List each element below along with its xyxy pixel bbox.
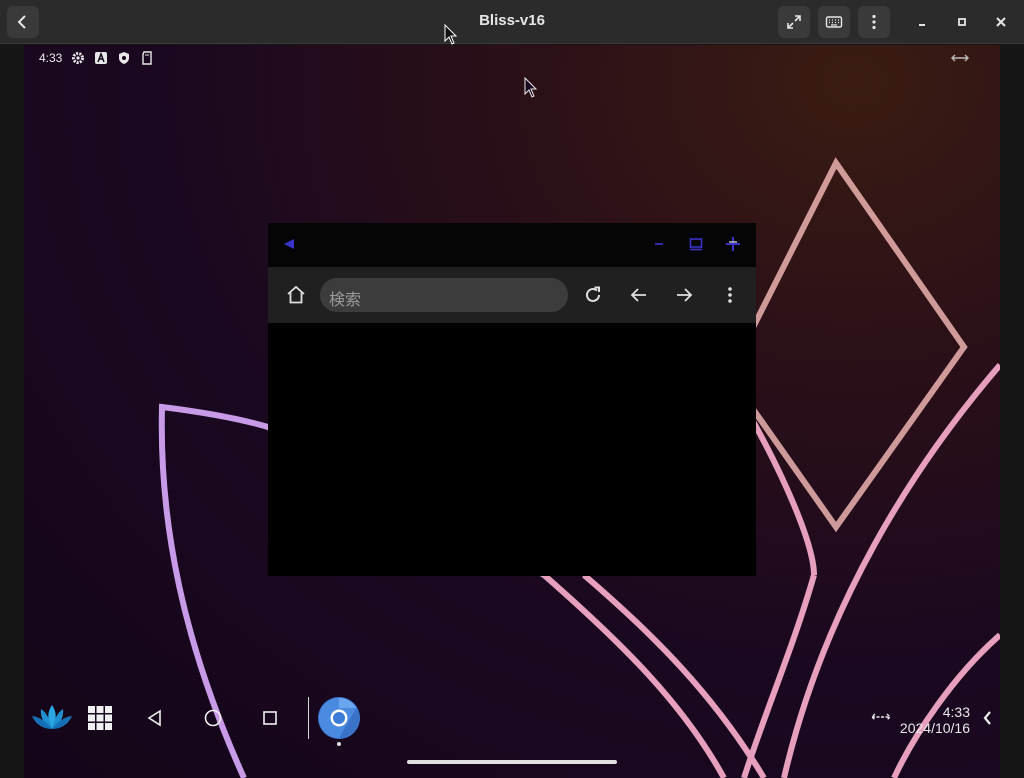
chevron-left-icon[interactable] xyxy=(982,710,992,726)
host-menu-button[interactable] xyxy=(858,6,890,38)
chromium-icon xyxy=(319,698,359,738)
dock-arrows-icon[interactable] xyxy=(870,710,892,724)
back-arrow-icon xyxy=(630,288,646,302)
collapse-arrow-icon xyxy=(284,239,294,249)
status-bar: 4:33 xyxy=(24,45,1000,71)
taskbar: 4:33 2024/10/16 xyxy=(24,690,1000,746)
recents-square-icon xyxy=(263,711,277,725)
maximize-icon xyxy=(958,18,966,26)
dock-arrows-icon xyxy=(951,54,969,62)
android-screen: 4:33 検索 4:33 2024/10/16 xyxy=(24,45,1000,778)
more-vert-icon xyxy=(872,14,876,30)
launcher-button[interactable] xyxy=(30,700,74,736)
home-circle-icon xyxy=(204,709,222,727)
forward-arrow-icon xyxy=(677,288,693,302)
reload-icon xyxy=(586,286,600,302)
minimize-icon xyxy=(655,243,663,245)
search-input[interactable]: 検索 xyxy=(320,278,568,312)
menu-icon xyxy=(728,287,732,303)
gesture-home-pill[interactable] xyxy=(407,760,617,764)
fullscreen-icon xyxy=(787,15,801,29)
host-titlebar: Bliss-v16 xyxy=(0,0,1024,44)
reload-button[interactable] xyxy=(579,281,607,309)
clock-date: 2024/10/16 xyxy=(899,720,970,736)
keyboard-button[interactable] xyxy=(818,6,850,38)
sdcard-icon xyxy=(142,51,152,65)
nav-back-button[interactable] xyxy=(142,706,168,730)
home-button[interactable] xyxy=(282,281,310,309)
browser-menu-button[interactable] xyxy=(716,281,744,309)
android-cursor-icon xyxy=(524,77,538,98)
mouse-cursor-icon xyxy=(444,24,458,45)
status-time: 4:33 xyxy=(39,51,63,65)
fullscreen-button[interactable] xyxy=(778,6,810,38)
host-minimize-button[interactable] xyxy=(906,6,938,38)
lotus-icon xyxy=(32,705,72,729)
browser-app-button[interactable] xyxy=(318,697,360,739)
browser-toolbar: 検索 xyxy=(268,267,756,323)
host-maximize-button[interactable] xyxy=(946,6,978,38)
host-close-button[interactable] xyxy=(985,6,1017,38)
window-icon xyxy=(689,238,703,251)
browser-content[interactable] xyxy=(268,323,756,576)
all-apps-button[interactable] xyxy=(86,704,114,732)
home-icon xyxy=(287,285,305,304)
grid-icon xyxy=(88,706,112,730)
running-indicator xyxy=(337,742,341,746)
window-maximize-button[interactable] xyxy=(685,233,707,255)
window-close-button[interactable] xyxy=(722,233,744,255)
font-a-icon xyxy=(95,51,107,64)
window-caption-bar[interactable] xyxy=(268,223,756,267)
keyboard-icon xyxy=(825,16,843,28)
clock-time: 4:33 xyxy=(942,704,970,720)
forward-button[interactable] xyxy=(670,281,698,309)
collapse-button[interactable] xyxy=(278,233,300,255)
window-minimize-button[interactable] xyxy=(648,233,670,255)
shield-icon xyxy=(119,52,129,64)
taskbar-divider xyxy=(308,697,309,739)
back-triangle-icon xyxy=(147,709,161,727)
nav-home-button[interactable] xyxy=(200,706,226,730)
back-button[interactable] xyxy=(625,281,653,309)
browser-window: 検索 xyxy=(268,223,756,576)
close-icon xyxy=(996,17,1006,27)
taskbar-clock[interactable]: 4:33 2024/10/16 xyxy=(900,704,970,736)
nav-recents-button[interactable] xyxy=(257,706,283,730)
minimize-icon xyxy=(919,24,925,26)
close-icon xyxy=(726,237,740,251)
settings-icon xyxy=(72,52,84,64)
